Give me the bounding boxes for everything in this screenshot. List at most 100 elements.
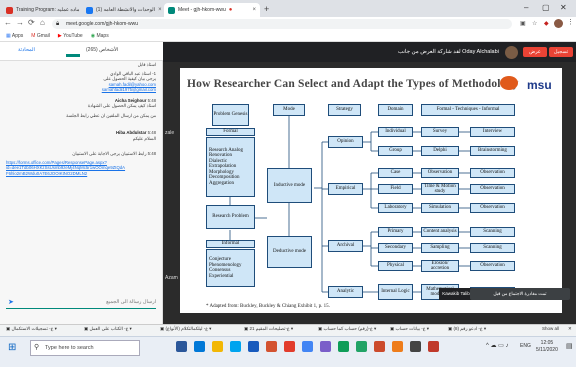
download-item[interactable]: ▣ ع- ليلكمالتكلام (الأنواع) ▾ <box>160 326 211 332</box>
app-icon[interactable] <box>320 341 331 352</box>
domain-box: Internal Logic <box>378 284 413 300</box>
domain-box: Field <box>378 184 413 194</box>
box-text: Scanning <box>483 229 502 235</box>
box-text: Observation <box>427 170 453 176</box>
strategy-opinion: Opinion <box>328 136 363 148</box>
technique-informal: Observation <box>470 184 515 194</box>
edge-icon[interactable] <box>194 341 205 352</box>
box-text: Primary <box>387 229 404 235</box>
domain-box: Primary <box>378 227 413 237</box>
download-item[interactable]: ▣ ع- تسجيلات الاستكمال ▾ <box>6 326 57 332</box>
word-icon[interactable] <box>248 341 259 352</box>
box-text: Research Analog Renovation Dialectic Ext… <box>209 147 244 186</box>
download-label: ع- بيانات حساب <box>395 326 426 331</box>
clock-date: 5/11/2020 <box>536 347 558 353</box>
language-indicator[interactable]: ENG <box>520 343 531 349</box>
box-text: Simulation <box>429 205 451 211</box>
deductive-mode-box: Deductive mode <box>267 236 312 268</box>
box-text: Analytic <box>336 289 355 295</box>
box-text: Research Problem <box>212 214 249 220</box>
close-downloads-icon[interactable]: ✕ <box>568 326 572 332</box>
technique-formal: Observation <box>421 168 459 178</box>
box-text: Informal <box>221 241 240 247</box>
language-label: ENG <box>520 343 531 349</box>
box-text: Formal <box>223 129 238 135</box>
clock-time: 12:05 <box>540 340 554 346</box>
domain-box: Group <box>378 146 413 156</box>
search-icon: ⚲ <box>34 344 40 351</box>
formal-list: Research Analog Renovation Dialectic Ext… <box>206 137 255 197</box>
download-label: ع- ادعو رقم (8) <box>453 326 483 331</box>
notifications-icon[interactable]: ▤ <box>566 342 573 350</box>
box-text: Group <box>389 148 402 154</box>
left-meeting-toast: تمت مغادرة الاجتماع من قبل <box>470 288 570 300</box>
download-label: ع-تصليحات المقيم 21 <box>249 326 290 331</box>
technique-formal: Delphi <box>421 146 459 156</box>
store-icon[interactable] <box>230 341 241 352</box>
box-text: Case <box>390 170 401 176</box>
download-item[interactable]: ▣ ع-(رقم) حساب كما حساب ▾ <box>318 326 376 332</box>
box-text: Deductive mode <box>273 249 306 255</box>
strategy-analytic: Analytic <box>328 286 363 298</box>
show-all-link[interactable]: Show all <box>542 326 559 331</box>
domain-box: Secondary <box>378 243 413 253</box>
technique-formal: Erosion/ accretion <box>421 260 459 272</box>
system-tray-icons[interactable]: ^ ☁ ▭ ♪ <box>486 342 509 349</box>
box-text: Scanning <box>483 245 502 251</box>
excel-icon[interactable] <box>356 341 367 352</box>
technique-informal: Scanning <box>470 243 515 253</box>
participant-label: Kawakib Talib <box>442 291 470 296</box>
technique-informal: Brainstorming <box>470 146 515 156</box>
app-icon[interactable] <box>428 341 439 352</box>
task-view-icon[interactable] <box>176 341 187 352</box>
formal-label: Formal <box>206 128 255 136</box>
box-text: Physical <box>387 263 404 269</box>
box-text: Internal Logic <box>381 289 410 295</box>
box-text: Laboratory <box>384 205 407 211</box>
header-text: Strategy <box>336 107 353 113</box>
header-mode: Mode <box>273 104 305 116</box>
strategy-empirical: Empirical <box>328 183 363 195</box>
box-text: Opinion <box>337 139 354 145</box>
technique-informal: Interview <box>470 127 515 137</box>
box-text: Sampling <box>430 245 450 251</box>
app-icon[interactable] <box>338 341 349 352</box>
download-label: ع- تسجيلات الاستكمال <box>11 326 54 331</box>
clock[interactable]: 12:05 5/11/2020 <box>536 340 558 354</box>
download-label: ع-(رقم) حساب كما حساب <box>323 326 373 331</box>
download-item[interactable]: ▣ ع- الكتاب على العمل ▾ <box>84 326 132 332</box>
participant-tile-kawakib: Kawakib Talib <box>439 288 473 300</box>
app-icon[interactable] <box>410 341 421 352</box>
header-text: Formal - Techniques - Informal <box>436 107 500 113</box>
download-item[interactable]: ▣ ع- ادعو رقم (8) ▾ <box>448 326 486 332</box>
domain-box: Case <box>378 168 413 178</box>
powerpoint-icon[interactable] <box>266 341 277 352</box>
box-text: Delphi <box>433 148 447 154</box>
box-text: Time & Motion study <box>424 183 456 195</box>
box-text: Interview <box>482 129 503 135</box>
box-text: Observation <box>480 170 505 176</box>
app-icon[interactable] <box>374 341 385 352</box>
technique-formal: Sampling <box>421 243 459 253</box>
app-icon[interactable] <box>392 341 403 352</box>
header-text: Domain <box>387 107 404 113</box>
box-text: Secondary <box>384 245 407 251</box>
header-text: Mode <box>283 107 295 113</box>
technique-informal: Observation <box>470 168 515 178</box>
box-text: Observation <box>480 263 505 269</box>
taskbar-search-input[interactable]: ⚲ Type here to search <box>30 340 140 356</box>
technique-informal: Scanning <box>470 227 515 237</box>
download-item[interactable]: ▣ ع-تصليحات المقيم 21 ▾ <box>244 326 293 332</box>
box-text: Empirical <box>335 186 356 192</box>
download-item[interactable]: ▣ ع- بيانات حساب ▾ <box>390 326 429 332</box>
technique-informal: Observation <box>470 203 515 213</box>
file-explorer-icon[interactable] <box>212 341 223 352</box>
box-text: Survey <box>432 129 448 135</box>
app-icon[interactable] <box>284 341 295 352</box>
box-text: Erosion/ accretion <box>430 260 450 272</box>
toast-text: تمت مغادرة الاجتماع من قبل <box>493 291 547 296</box>
chrome-icon[interactable] <box>302 341 313 352</box>
windows-start-icon[interactable]: ⊞ <box>8 342 16 353</box>
technique-formal: Content analysis <box>421 227 459 237</box>
box-text: Brainstorming <box>478 148 507 154</box>
